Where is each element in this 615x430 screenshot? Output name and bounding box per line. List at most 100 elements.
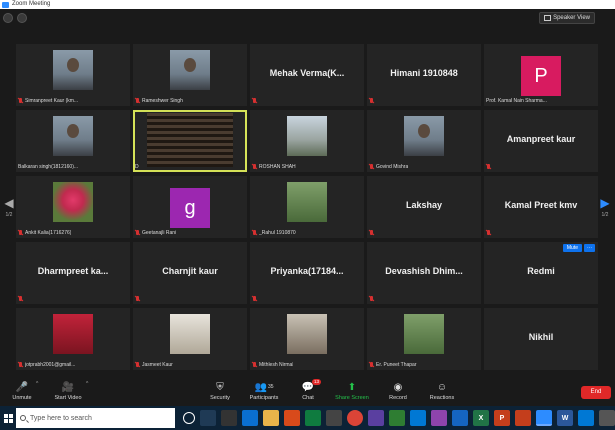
- participant-tile[interactable]: Balkaran singh(1812160)...: [16, 110, 130, 172]
- app-icon-5[interactable]: [368, 410, 384, 426]
- participant-tile[interactable]: jotprabh2001@gmail...: [16, 308, 130, 370]
- participant-tile[interactable]: Redmi Mute ···: [484, 242, 598, 304]
- microphone-muted-icon: [369, 98, 374, 104]
- start-video-button[interactable]: 🎥 Start Video: [46, 380, 90, 402]
- participant-label: _Rahul 1910870: [252, 230, 296, 236]
- participant-label: D: [135, 164, 139, 170]
- participant-tile[interactable]: Ankit Kalia(1716276): [16, 176, 130, 238]
- taskbar-search[interactable]: Type here to search: [16, 408, 175, 428]
- file-explorer-icon[interactable]: [263, 410, 279, 426]
- participant-tile[interactable]: _Rahul 1910870: [250, 176, 364, 238]
- participant-video: [287, 116, 327, 156]
- participant-video: [287, 314, 327, 354]
- participant-label-text: jotprabh2001@gmail...: [25, 362, 76, 368]
- participant-tile[interactable]: Himani 1910848: [367, 44, 481, 106]
- participant-tile[interactable]: Charnjit kaur: [133, 242, 247, 304]
- chevron-right-icon[interactable]: ▶: [599, 196, 611, 210]
- participant-tile[interactable]: Dharmpreet ka...: [16, 242, 130, 304]
- app-icon-6[interactable]: [389, 410, 405, 426]
- participant-tile[interactable]: Priyanka(17184...: [250, 242, 364, 304]
- app-icon-1[interactable]: [221, 410, 237, 426]
- record-button[interactable]: ◉ Record: [376, 380, 420, 402]
- word-icon[interactable]: W: [557, 410, 573, 426]
- app-icon-7[interactable]: [410, 410, 426, 426]
- participant-tile[interactable]: Govind Mishra: [367, 110, 481, 172]
- excel-icon[interactable]: X: [473, 410, 489, 426]
- zoom-logo-icon: [2, 1, 9, 8]
- participant-label-text: Rameshwer Singh: [142, 98, 183, 104]
- more-options-button[interactable]: ···: [584, 244, 595, 252]
- powerpoint-icon[interactable]: P: [494, 410, 510, 426]
- chrome-icon[interactable]: [347, 410, 363, 426]
- microphone-muted-icon: [369, 230, 374, 236]
- participant-label-text: Balkaran singh(1812160)...: [18, 164, 79, 170]
- participant-label-text: Mithlesh Nirmal: [259, 362, 294, 368]
- chat-button[interactable]: 💬 13 Chat: [286, 379, 330, 402]
- participant-tile[interactable]: g Geetanajli Rani: [133, 176, 247, 238]
- reactions-label: Reactions: [429, 395, 455, 401]
- app-icon-3[interactable]: [305, 410, 321, 426]
- participant-tile[interactable]: Nikhil: [484, 308, 598, 370]
- search-placeholder: Type here to search: [30, 414, 92, 422]
- participant-tile[interactable]: Er. Puneet Thapar: [367, 308, 481, 370]
- participant-label: Er. Puneet Thapar: [369, 362, 417, 368]
- edge-icon[interactable]: [242, 410, 258, 426]
- window-title: Zoom Meeting: [12, 1, 51, 7]
- microphone-muted-icon: [252, 362, 257, 368]
- participant-label: [369, 296, 374, 302]
- speaker-view-button[interactable]: Speaker View: [539, 12, 595, 24]
- task-view-icon[interactable]: [200, 410, 216, 426]
- participant-label-text: Geetanajli Rani: [142, 230, 177, 236]
- participant-label: [252, 296, 257, 302]
- participant-tile[interactable]: Jasmeet Kaur: [133, 308, 247, 370]
- microphone-muted-icon: [135, 230, 140, 236]
- cortana-icon[interactable]: [183, 412, 195, 424]
- microphone-muted-icon: [369, 362, 374, 368]
- record-label: Record: [389, 395, 407, 401]
- zoom-taskbar-icon[interactable]: [536, 410, 552, 426]
- participant-label: Geetanajli Rani: [135, 230, 176, 236]
- gallery-grid: Simranpreet Kaur (km... Rameshwer Singh Me…: [16, 44, 598, 370]
- participant-tile[interactable]: Lakshay: [367, 176, 481, 238]
- speaker-view-label: Speaker View: [553, 15, 590, 21]
- next-page[interactable]: ▶ 1/2: [599, 196, 611, 218]
- shield-icon[interactable]: [17, 13, 27, 23]
- participant-label: [252, 98, 257, 104]
- app-icon-11[interactable]: [578, 410, 594, 426]
- participant-tile[interactable]: D: [133, 110, 247, 172]
- participant-tile[interactable]: Devashish Dhim...: [367, 242, 481, 304]
- participant-name: Kamal Preet kmv: [504, 200, 578, 210]
- mute-participant-button[interactable]: Mute: [562, 244, 582, 252]
- app-icon-2[interactable]: [284, 410, 300, 426]
- reactions-button[interactable]: ☺ Reactions: [420, 380, 464, 402]
- participant-tile[interactable]: Rameshwer Singh: [133, 44, 247, 106]
- participant-label: [135, 296, 140, 302]
- participant-tile[interactable]: Amanpreet kaur: [484, 110, 598, 172]
- video-options-caret-icon[interactable]: ^: [86, 381, 88, 387]
- app-icon-12[interactable]: [599, 410, 615, 426]
- audio-options-caret-icon[interactable]: ^: [36, 381, 38, 387]
- app-icon-9[interactable]: [452, 410, 468, 426]
- participant-video: [170, 314, 210, 354]
- app-icon-4[interactable]: [326, 410, 342, 426]
- app-icon-10[interactable]: [515, 410, 531, 426]
- participant-tile[interactable]: ROSHAN SHAH: [250, 110, 364, 172]
- participant-label: [369, 230, 374, 236]
- participant-label: [486, 230, 491, 236]
- start-button[interactable]: [0, 406, 16, 430]
- participant-tile[interactable]: P Prof. Kamal Nain Sharma...: [484, 44, 598, 106]
- microphone-muted-icon: [252, 296, 257, 302]
- participants-button[interactable]: 👥 35 Participants: [242, 380, 286, 402]
- app-icon-8[interactable]: [431, 410, 447, 426]
- share-screen-button[interactable]: ⬆ Share Screen: [330, 380, 374, 402]
- security-button[interactable]: ⛨ Security: [198, 380, 242, 402]
- end-meeting-button[interactable]: End: [581, 386, 611, 399]
- prev-page[interactable]: ◀ 1/2: [3, 196, 15, 218]
- meeting-info-icon[interactable]: [3, 13, 13, 23]
- participant-tile[interactable]: Simranpreet Kaur (km...: [16, 44, 130, 106]
- participant-tile[interactable]: Mehak Verma(K...: [250, 44, 364, 106]
- participant-tile[interactable]: Kamal Preet kmv: [484, 176, 598, 238]
- chevron-left-icon[interactable]: ◀: [3, 196, 15, 210]
- participant-tile[interactable]: Mithlesh Nirmal: [250, 308, 364, 370]
- participant-label: ROSHAN SHAH: [252, 164, 296, 170]
